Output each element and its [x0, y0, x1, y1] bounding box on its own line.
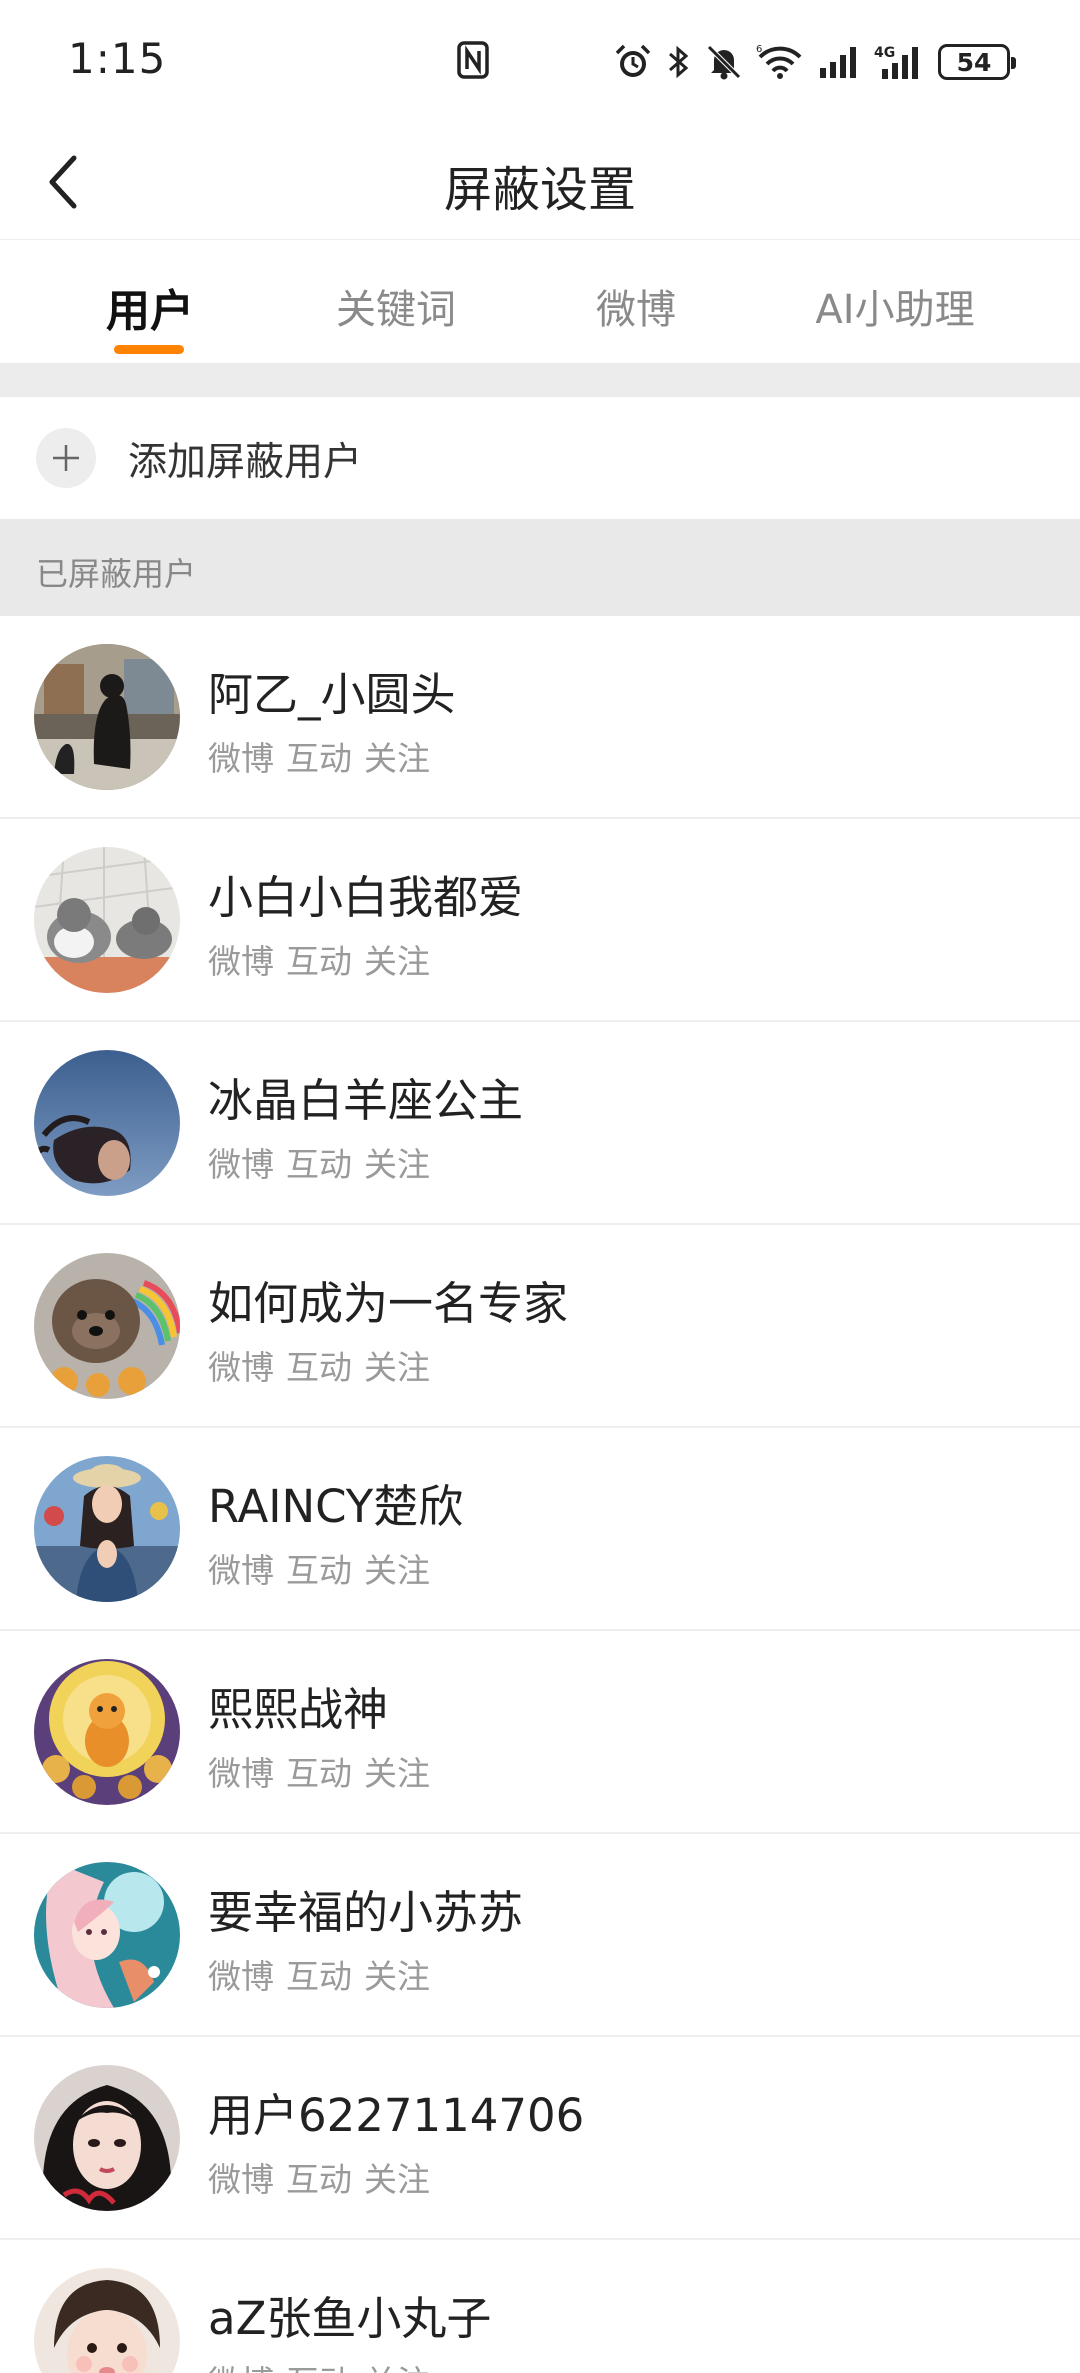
tag-weibo: 微博 [208, 2160, 274, 2199]
tab-weibo[interactable]: 微博 [596, 277, 676, 335]
list-item[interactable]: RAINCY楚欣 微博 互动 关注 [0, 1428, 1080, 1631]
tag-interaction: 互动 [286, 2363, 352, 2373]
user-block-tags: 微博互动关注 [208, 2153, 442, 2201]
avatar [34, 1050, 180, 1196]
tag-interaction: 互动 [286, 1957, 352, 1996]
svg-text:6: 6 [756, 44, 762, 55]
add-blocked-user-button[interactable]: 添加屏蔽用户 [0, 397, 1080, 519]
page-title: 屏蔽设置 [443, 162, 636, 218]
avatar [34, 1253, 180, 1399]
nfc-icon [456, 40, 490, 80]
tag-interaction: 互动 [286, 942, 352, 981]
plus-icon [36, 428, 96, 488]
tab-active-indicator [114, 345, 184, 354]
list-item[interactable]: 用户6227114706 微博 互动 关注 [0, 2037, 1080, 2240]
avatar [34, 1456, 180, 1602]
tab-bar: 用户 关键词 微博 AI小助理 [0, 241, 1080, 363]
tab-keywords[interactable]: 关键词 [336, 277, 456, 335]
tag-weibo: 微博 [208, 1145, 274, 1184]
user-name: 如何成为一名专家 [208, 1277, 569, 1330]
list-item[interactable]: 阿乙_小圆头 微博 互动 关注 [0, 616, 1080, 819]
signal-icon [820, 47, 856, 78]
tag-weibo: 微博 [208, 1754, 274, 1793]
user-block-tags: 微博互动关注 [208, 1950, 442, 1998]
list-item[interactable]: 要幸福的小苏苏 微博 互动 关注 [0, 1834, 1080, 2037]
tag-weibo: 微博 [208, 1348, 274, 1387]
avatar [34, 2268, 180, 2373]
tag-interaction: 互动 [286, 739, 352, 778]
wifi-icon: 6 [756, 44, 802, 79]
list-item[interactable]: 熙熙战神 微博 互动 关注 [0, 1631, 1080, 1834]
avatar [34, 1659, 180, 1805]
blocked-user-list: 阿乙_小圆头 微博 互动 关注 小白小白我都爱 微博 互动 关注 冰晶白羊座公主 微博互… [0, 616, 1080, 2373]
signal-4g-icon: 4G [874, 45, 918, 79]
section-header: 已屏蔽用户 [0, 519, 1080, 616]
status-icons: 6 4G 54 [614, 38, 1016, 86]
tag-weibo: 微博 [208, 2363, 274, 2373]
tag-follow: 关注 [364, 1145, 430, 1184]
user-block-tags: 微博互动关注 [208, 1341, 442, 1389]
user-name: 小白小白我都爱 [208, 871, 524, 924]
tag-interaction: 互动 [286, 1551, 352, 1590]
avatar [34, 1862, 180, 2008]
add-blocked-user-label: 添加屏蔽用户 [128, 440, 363, 485]
alarm-icon [615, 44, 651, 77]
user-block-tags: 微博互动关注 [208, 1544, 442, 1592]
user-block-tags: 微博互动关注 [208, 1747, 442, 1795]
divider-band [0, 363, 1080, 397]
user-name: RAINCY楚欣 [208, 1480, 464, 1533]
tag-weibo: 微博 [208, 942, 274, 981]
list-item[interactable]: 冰晶白羊座公主 微博 互动 关注 [0, 1022, 1080, 1225]
bell-off-icon [707, 45, 741, 80]
tag-weibo: 微博 [208, 1551, 274, 1590]
tag-interaction: 互动 [286, 1348, 352, 1387]
tag-interaction: 互动 [286, 1145, 352, 1184]
user-name: 冰晶白羊座公主 [208, 1074, 524, 1127]
bluetooth-icon [669, 45, 689, 79]
tag-follow: 关注 [364, 739, 430, 778]
tag-follow: 关注 [364, 1551, 430, 1590]
tag-follow: 关注 [364, 2160, 430, 2199]
tag-follow: 关注 [364, 1348, 430, 1387]
list-item[interactable]: aZ张鱼小丸子 微博 互动 关注 [0, 2240, 1080, 2373]
battery-icon: 54 [938, 44, 1016, 80]
tag-follow: 关注 [364, 942, 430, 981]
user-name: aZ张鱼小丸子 [208, 2292, 492, 2345]
avatar [34, 644, 180, 790]
user-block-tags: 微博互动关注 [208, 732, 442, 780]
user-name: 要幸福的小苏苏 [208, 1886, 524, 1939]
user-name: 用户6227114706 [208, 2089, 585, 2142]
user-block-tags: 微博 互动 关注 [208, 2356, 442, 2373]
avatar [34, 847, 180, 993]
battery-level: 54 [956, 47, 992, 77]
tag-follow: 关注 [364, 2363, 430, 2373]
avatar [34, 2065, 180, 2211]
list-item[interactable]: 小白小白我都爱 微博 互动 关注 [0, 819, 1080, 1022]
tag-weibo: 微博 [208, 1957, 274, 1996]
user-block-tags: 微博互动关注 [208, 935, 442, 983]
status-time: 1:15 [68, 34, 167, 83]
section-title: 已屏蔽用户 [36, 555, 197, 593]
list-item[interactable]: 如何成为一名专家 微博 互动 关注 [0, 1225, 1080, 1428]
tab-ai-assistant[interactable]: AI小助理 [815, 277, 974, 335]
tab-users[interactable]: 用户 [106, 275, 194, 339]
user-name: 熙熙战神 [208, 1683, 389, 1736]
tag-weibo: 微博 [208, 739, 274, 778]
svg-text:4G: 4G [874, 45, 895, 61]
tag-interaction: 互动 [286, 1754, 352, 1793]
tag-follow: 关注 [364, 1957, 430, 1996]
status-bar: 1:15 6 4G 54 [0, 0, 1080, 120]
tag-follow: 关注 [364, 1754, 430, 1793]
user-name: 阿乙_小圆头 [208, 668, 456, 721]
tag-interaction: 互动 [286, 2160, 352, 2199]
nav-bar: 屏蔽设置 [0, 120, 1080, 240]
user-block-tags: 微博互动关注 [208, 1138, 442, 1186]
